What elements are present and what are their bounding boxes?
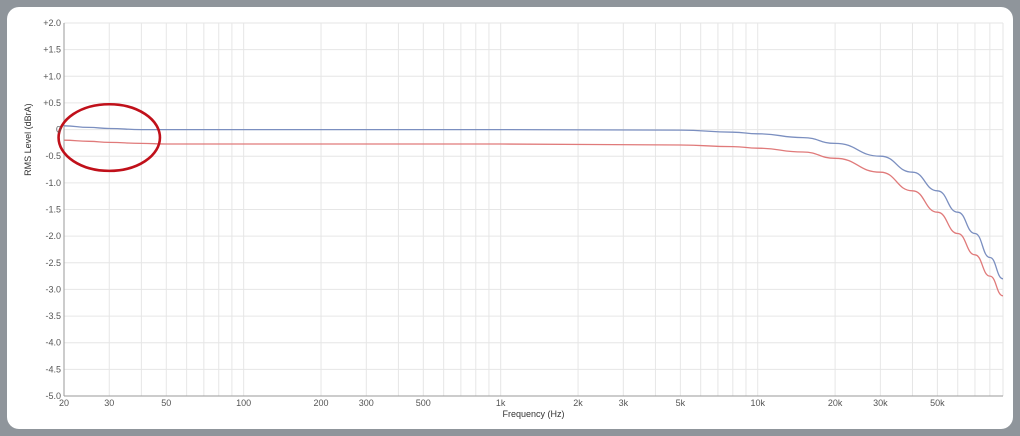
y-tick-label: -0.5 <box>45 151 61 161</box>
x-tick-label: 30k <box>873 398 888 408</box>
y-tick-label: -2.0 <box>45 231 61 241</box>
x-tick-label: 5k <box>676 398 686 408</box>
x-tick-label: 500 <box>416 398 431 408</box>
grid-lines <box>63 22 1004 397</box>
y-tick-label: -3.5 <box>45 311 61 321</box>
series-lines <box>63 125 1004 297</box>
y-tick-label: -1.5 <box>45 205 61 215</box>
y-tick-label: +2.0 <box>43 18 61 28</box>
x-tick-label: 200 <box>314 398 329 408</box>
x-tick-label: 1k <box>496 398 506 408</box>
x-tick-label: 50k <box>930 398 945 408</box>
x-tick-label: 3k <box>619 398 629 408</box>
x-tick-label: 10k <box>750 398 765 408</box>
x-axis-label: Frequency (Hz) <box>502 409 564 419</box>
y-tick-label: -2.5 <box>45 258 61 268</box>
series-line-2 <box>63 139 1004 297</box>
y-tick-label: -1.0 <box>45 178 61 188</box>
chart-frame: +2.0 +1.5 +1.0 +0.5 0 -0.5 -1.0 -1.5 -2.0 -2.5 -3.… <box>7 7 1013 429</box>
y-tick-label: +1.0 <box>43 71 61 81</box>
series-line-1 <box>63 125 1004 280</box>
y-axis-label: RMS Level (dBrA) <box>23 103 33 176</box>
y-tick-label: -4.0 <box>45 338 61 348</box>
x-tick-label: 50 <box>161 398 171 408</box>
x-tick-label: 300 <box>359 398 374 408</box>
x-tick-label: 2k <box>573 398 583 408</box>
y-tick-label: +1.5 <box>43 45 61 55</box>
y-tick-label: +0.5 <box>43 98 61 108</box>
x-tick-label: 30 <box>104 398 114 408</box>
x-tick-label: 20 <box>59 398 69 408</box>
x-tick-label: 100 <box>236 398 251 408</box>
x-tick-label: 20k <box>828 398 843 408</box>
frequency-response-chart: +2.0 +1.5 +1.0 +0.5 0 -0.5 -1.0 -1.5 -2.0 -2.5 -3.… <box>23 18 1004 419</box>
y-tick-label: -3.0 <box>45 284 61 294</box>
y-tick-label: -4.5 <box>45 364 61 374</box>
y-tick-label: 0 <box>56 125 61 135</box>
